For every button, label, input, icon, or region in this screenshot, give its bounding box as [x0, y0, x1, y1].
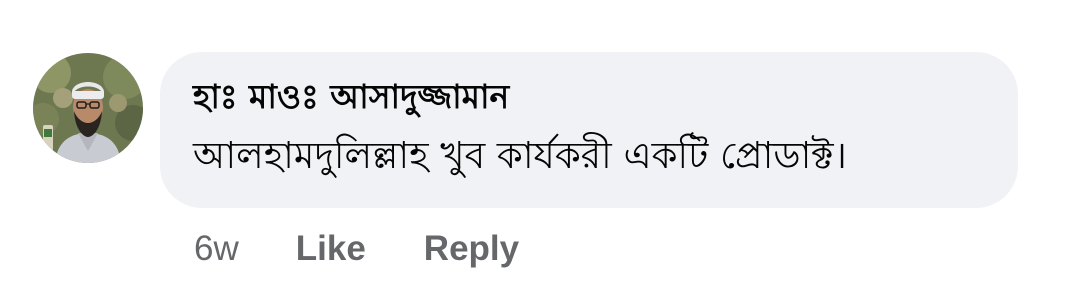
comment-bubble: হাঃ মাওঃ আসাদুজ্জামান আলহামদুলিল্লাহ খুব… — [160, 52, 1018, 208]
comment-text: আলহামদুলিল্লাহ খুব কার্যকরী একটি প্রোডাক… — [193, 134, 847, 177]
avatar[interactable] — [33, 53, 143, 163]
comment-author[interactable]: হাঃ মাওঃ আসাদুজ্জামান — [193, 74, 988, 120]
comment-actions: 6w Like Reply — [194, 226, 577, 272]
comment-timestamp[interactable]: 6w — [194, 229, 239, 269]
like-button[interactable]: Like — [296, 229, 366, 269]
comment: হাঃ মাওঃ আসাদুজ্জামান আলহামদুলিল্লাহ খুব… — [0, 0, 1080, 284]
reply-button[interactable]: Reply — [424, 229, 519, 269]
user-profile-photo-icon — [33, 53, 143, 163]
